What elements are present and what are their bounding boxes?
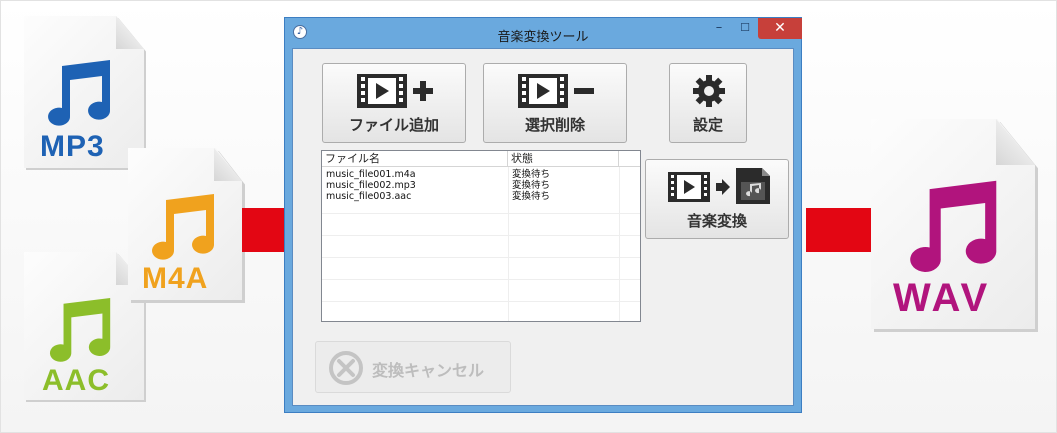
convert-button[interactable]: 音楽変換 — [645, 159, 789, 239]
maximize-button[interactable]: ☐ — [732, 18, 758, 39]
row-filename: music_file003.aac — [326, 191, 412, 202]
settings-label: 設定 — [692, 116, 723, 134]
music-note-icon — [49, 297, 111, 362]
add-file-label: ファイル追加 — [348, 116, 439, 134]
title-bar[interactable]: ♪ 音楽変換ツール – ☐ ✕ — [285, 18, 802, 48]
row-divider — [322, 279, 640, 280]
music-note-icon — [152, 194, 215, 260]
table-row[interactable]: music_file002.mp3 変換待ち — [322, 180, 640, 191]
film-add-icon — [357, 74, 433, 108]
format-label-wav: WAV — [893, 276, 991, 320]
row-divider — [322, 235, 640, 236]
row-filename: music_file002.mp3 — [326, 180, 416, 191]
gear-icon — [693, 75, 725, 107]
settings-button[interactable]: 設定 — [669, 63, 747, 143]
film-to-music-icon — [668, 168, 770, 204]
minimize-button[interactable]: – — [706, 18, 732, 39]
format-label-aac: AAC — [42, 364, 110, 397]
music-note-icon — [910, 180, 997, 272]
table-row[interactable]: music_file003.aac 変換待ち — [322, 191, 640, 202]
cancel-circle-icon — [329, 351, 363, 385]
row-status: 変換待ち — [512, 180, 551, 191]
row-filename: music_file001.m4a — [326, 169, 416, 180]
music-note-icon — [48, 60, 111, 126]
file-list[interactable]: ファイル名 状態 music_file001.m4a 変換待ち music_fi… — [321, 150, 641, 322]
add-file-button[interactable]: ファイル追加 — [322, 63, 466, 143]
table-row[interactable]: music_file001.m4a 変換待ち — [322, 169, 640, 180]
row-status: 変換待ち — [512, 191, 551, 202]
film-remove-icon — [518, 74, 594, 108]
format-label-m4a: M4A — [142, 262, 209, 295]
format-label-mp3: MP3 — [40, 130, 105, 163]
column-header-filename[interactable]: ファイル名 — [322, 151, 508, 167]
convert-label: 音楽変換 — [686, 212, 747, 230]
row-status: 変換待ち — [512, 169, 551, 180]
row-divider — [322, 257, 640, 258]
row-divider — [322, 301, 640, 302]
close-button[interactable]: ✕ — [758, 18, 802, 39]
app-window: ♪ 音楽変換ツール – ☐ ✕ ファイル追加 選択削除 設定 音楽変換 ファイル… — [284, 17, 802, 413]
column-header-empty — [619, 151, 640, 167]
delete-selected-button[interactable]: 選択削除 — [483, 63, 627, 143]
cancel-conversion-button[interactable]: 変換キャンセル — [315, 341, 511, 393]
row-divider — [322, 213, 640, 214]
file-list-header: ファイル名 状態 — [322, 151, 640, 167]
delete-selected-label: 選択削除 — [524, 116, 585, 134]
column-header-status[interactable]: 状態 — [508, 151, 619, 167]
window-client-area: ファイル追加 選択削除 設定 音楽変換 ファイル名 状態 music_file0… — [292, 48, 794, 406]
cancel-conversion-label: 変換キャンセル — [372, 361, 485, 380]
